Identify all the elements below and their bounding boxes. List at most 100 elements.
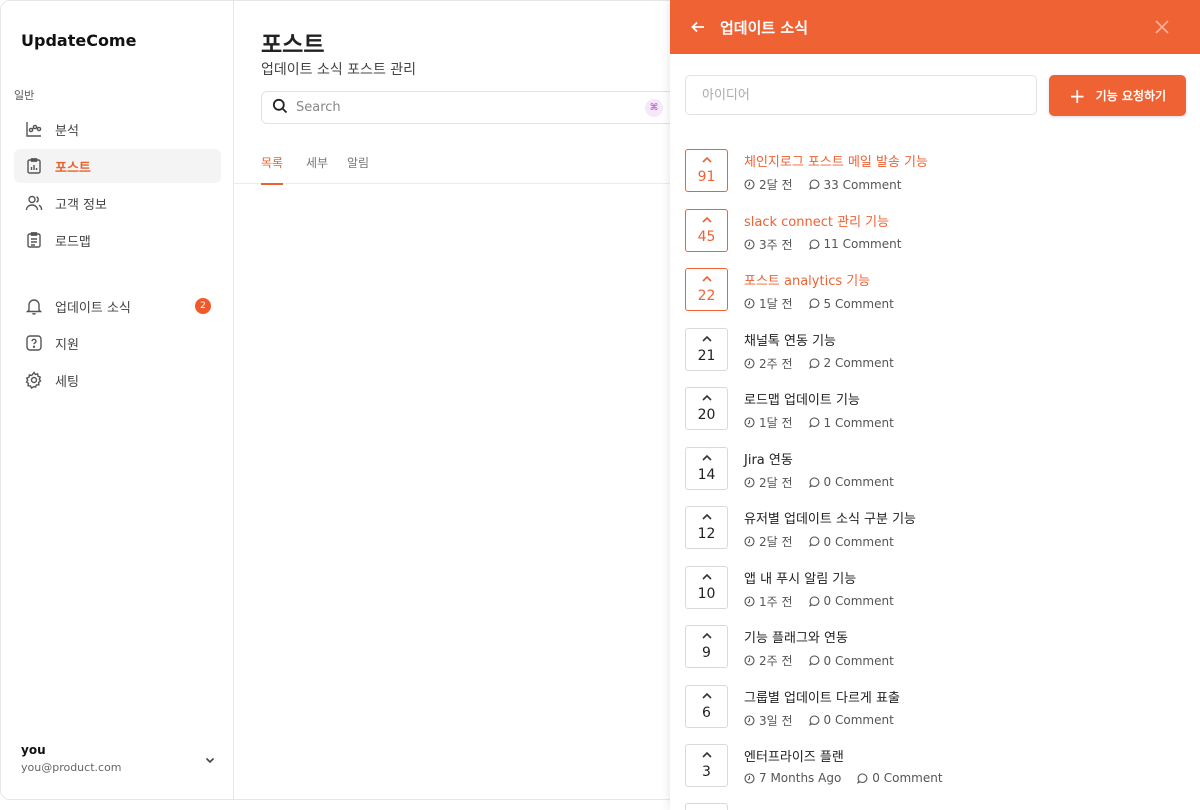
tab-notification[interactable]: 알림 [347, 154, 369, 183]
sidebar-item-posts[interactable]: 포스트 [14, 149, 221, 183]
feature-title[interactable]: 로드맵 업데이트 기능 [744, 389, 860, 408]
feature-comments[interactable]: 33 Comment [824, 178, 902, 192]
feature-title[interactable]: Jira 연동 [744, 449, 793, 468]
feature-time: 3일 전 [759, 713, 793, 728]
sidebar-item-label: 업데이트 소식 [55, 300, 131, 316]
feature-meta: 2주 전 0 Comment [744, 652, 894, 669]
feature-meta: 7 Months Ago 0 Comment [744, 771, 943, 785]
plus-icon: + [1068, 83, 1086, 108]
tab-detail[interactable]: 세부 [306, 154, 328, 183]
feature-comments[interactable]: 2 Comment [824, 356, 894, 370]
feature-meta: 2달 전 0 Comment [744, 533, 894, 550]
feature-title[interactable]: 그룹별 업데이트 다르게 표출 [744, 687, 900, 706]
feature-item: 20 로드맵 업데이트 기능 1달 전 1 Comment [685, 387, 1185, 447]
upvote-button[interactable]: 20 [685, 387, 728, 430]
feature-item: 45 slack connect 관리 기능 3주 전 11 Comment [685, 208, 1185, 269]
feature-title[interactable]: 체인지로그 포스트 메일 발송 기능 [744, 151, 928, 170]
request-feature-label: 기능 요청하기 [1095, 89, 1167, 103]
shortcut-key: ⌘ [645, 99, 663, 117]
feature-comments[interactable]: 0 Comment [824, 654, 894, 668]
vote-count: 22 [697, 288, 716, 304]
feature-comments[interactable]: 11 Comment [824, 237, 902, 251]
comment-icon [857, 772, 868, 784]
feature-time: 1달 전 [759, 416, 793, 430]
feature-comments[interactable]: 0 Comment [824, 535, 894, 549]
clock-icon [744, 476, 755, 488]
upvote-button[interactable]: 9 [685, 625, 728, 668]
chevron-down-icon[interactable] [204, 751, 216, 770]
feature-title[interactable]: 채널톡 연동 기능 [744, 330, 836, 349]
feature-title[interactable]: 유저별 업데이트 소식 구분 기능 [744, 508, 916, 527]
tab-list[interactable]: 목록 [261, 154, 284, 185]
brand-logo[interactable]: UpdateCome [21, 31, 136, 50]
feature-item: 22 포스트 analytics 기능 1달 전 5 Comment [685, 268, 1185, 328]
feature-title[interactable]: 엔터프라이즈 플랜 [744, 746, 844, 765]
panel-header: 업데이트 소식 [670, 0, 1200, 54]
feature-title[interactable]: 앱 내 푸시 알림 기능 [744, 568, 856, 587]
chevron-up-icon [701, 156, 712, 166]
clock-icon [744, 655, 755, 666]
feature-time: 7 Months Ago [759, 771, 842, 785]
feature-title[interactable]: slack connect 관리 기능 [744, 211, 889, 230]
upvote-button[interactable]: 3 [685, 744, 728, 787]
feature-comments[interactable]: 0 Comment [824, 475, 894, 489]
comment-icon [808, 595, 820, 607]
feature-comments[interactable]: 0 Comment [824, 713, 894, 727]
clock-icon [744, 772, 755, 784]
feature-comments[interactable]: 1 Comment [824, 416, 894, 430]
idea-input[interactable] [685, 75, 1037, 115]
feature-meta: 2달 전 33 Comment [744, 176, 901, 193]
chevron-up-icon [701, 573, 712, 583]
feature-title[interactable]: 기능 플래그와 연동 [744, 627, 848, 646]
upvote-button[interactable]: 10 [685, 565, 728, 609]
sidebar-item-roadmap[interactable]: 로드맵 [14, 223, 221, 257]
vote-count: 45 [697, 228, 716, 245]
vote-count: 14 [697, 466, 716, 483]
analytics-icon [24, 119, 44, 139]
feature-meta: 1주 전 0 Comment [744, 593, 894, 610]
user-menu[interactable]: you you@product.com [21, 743, 216, 774]
user-name: you [21, 743, 46, 757]
feature-comments[interactable]: 0 Comment [872, 771, 942, 785]
feature-meta: 2주 전 2 Comment [744, 355, 894, 372]
sidebar-section-label: 일반 [14, 89, 35, 102]
comment-icon [808, 179, 820, 190]
chevron-up-icon [701, 513, 712, 523]
feature-meta: 3일 전 0 Comment [744, 712, 894, 729]
comment-icon [808, 417, 820, 428]
chevron-up-icon [701, 692, 712, 702]
sidebar-item-support[interactable]: 지원 [14, 326, 221, 360]
upvote-button[interactable]: 14 [685, 446, 728, 490]
chevron-up-icon [701, 454, 712, 464]
feature-comments[interactable]: 0 Comment [824, 594, 894, 608]
chevron-up-icon [701, 394, 712, 404]
vote-count: 91 [697, 169, 716, 185]
search-input[interactable]: Search ⌘ [261, 91, 681, 124]
vote-count: 12 [697, 526, 716, 542]
sidebar-nav-primary: 분석 포스트 고객 정보 로드맵 [14, 112, 221, 260]
feature-title[interactable]: 포스트 analytics 기능 [744, 270, 870, 289]
updates-panel: 업데이트 소식 + 기능 요청하기 91 체인지로그 포스트 메일 발송 기능 … [670, 0, 1200, 810]
upvote-button[interactable]: 91 [685, 149, 728, 192]
sidebar-item-customers[interactable]: 고객 정보 [14, 186, 221, 220]
user-email: you@product.com [21, 761, 122, 774]
upvote-button[interactable]: 21 [685, 327, 728, 371]
feature-comments[interactable]: 5 Comment [824, 297, 894, 311]
request-feature-button[interactable]: + 기능 요청하기 [1049, 75, 1186, 116]
upvote-button[interactable]: 22 [685, 268, 728, 311]
sidebar-item-updates[interactable]: 업데이트 소식 2 [14, 289, 221, 323]
vote-count: 20 [697, 407, 716, 423]
sidebar-item-label: 세팅 [55, 374, 79, 390]
upvote-button[interactable]: 6 [685, 684, 728, 728]
feature-meta: 2달 전 0 Comment [744, 474, 894, 491]
upvote-button[interactable]: 12 [685, 506, 728, 549]
clock-icon [744, 357, 755, 369]
back-arrow-icon[interactable] [690, 19, 706, 39]
feature-meta: 1달 전 5 Comment [744, 295, 894, 312]
comment-icon [808, 714, 820, 726]
sidebar-item-settings[interactable]: 세팅 [14, 363, 221, 397]
upvote-button[interactable]: 45 [685, 208, 728, 252]
sidebar-item-analytics[interactable]: 분석 [14, 112, 221, 146]
vote-button-partial[interactable] [685, 803, 728, 810]
close-icon[interactable] [1155, 19, 1169, 38]
